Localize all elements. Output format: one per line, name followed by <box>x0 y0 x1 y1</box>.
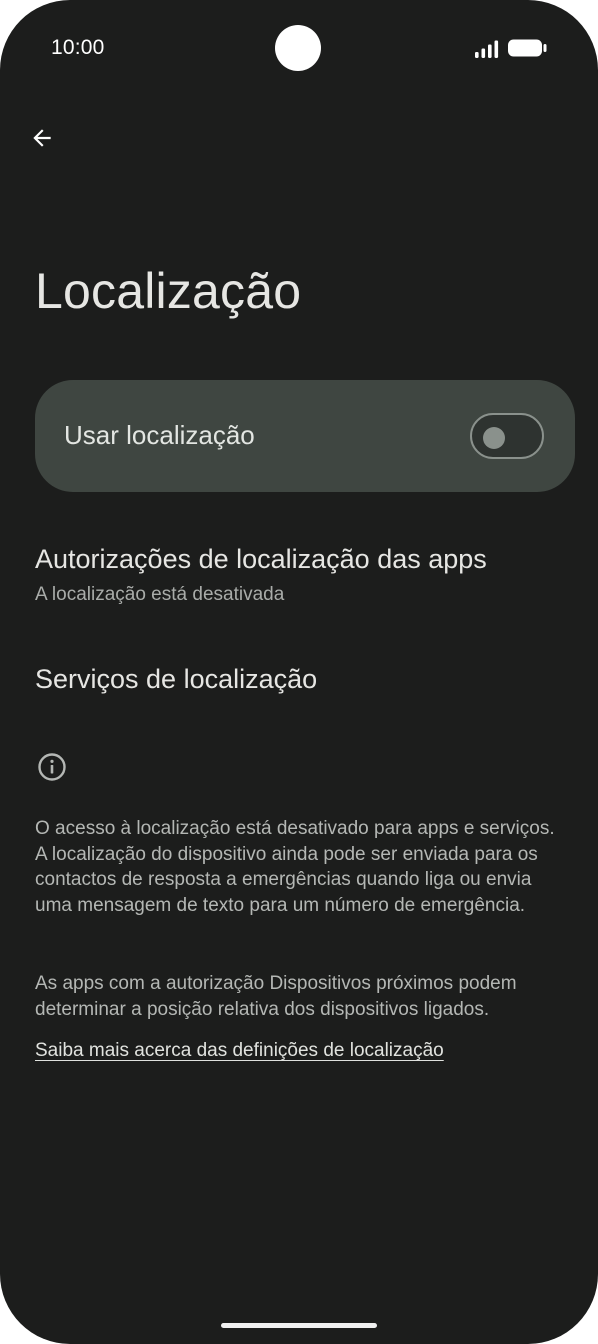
app-location-permissions-title: Autorizações de localização das apps <box>35 544 487 574</box>
info-icon <box>38 753 66 781</box>
switch-knob <box>483 427 505 449</box>
use-location-label: Usar localização <box>64 420 255 450</box>
camera-cutout <box>275 25 321 71</box>
learn-more-link[interactable]: Saiba mais acerca das definições de loca… <box>35 1040 444 1062</box>
use-location-toggle-row[interactable]: Usar localização <box>35 380 575 492</box>
location-services-title: Serviços de localização <box>35 664 318 694</box>
phone-screen: 10:00 Localização Usar localização Autor… <box>0 0 598 1344</box>
location-services-item[interactable]: Serviços de localização <box>35 662 575 696</box>
status-time: 10:00 <box>51 36 105 59</box>
arrow-back-icon <box>33 129 51 147</box>
status-bar: 10:00 <box>0 0 598 96</box>
home-indicator[interactable] <box>221 1323 377 1328</box>
location-off-info-text: O acesso à localização está desativado p… <box>35 818 555 916</box>
back-button[interactable] <box>22 118 62 158</box>
nearby-devices-info-text: As apps com a autorização Dispositivos p… <box>35 973 517 1020</box>
signal-icon <box>475 40 499 58</box>
use-location-switch[interactable] <box>470 413 544 459</box>
battery-icon <box>508 39 547 57</box>
app-location-permissions-subtitle: A localização está desativada <box>35 584 285 605</box>
app-location-permissions-item[interactable]: Autorizações de localização das apps A l… <box>35 542 575 608</box>
page-title: Localização <box>35 263 302 319</box>
